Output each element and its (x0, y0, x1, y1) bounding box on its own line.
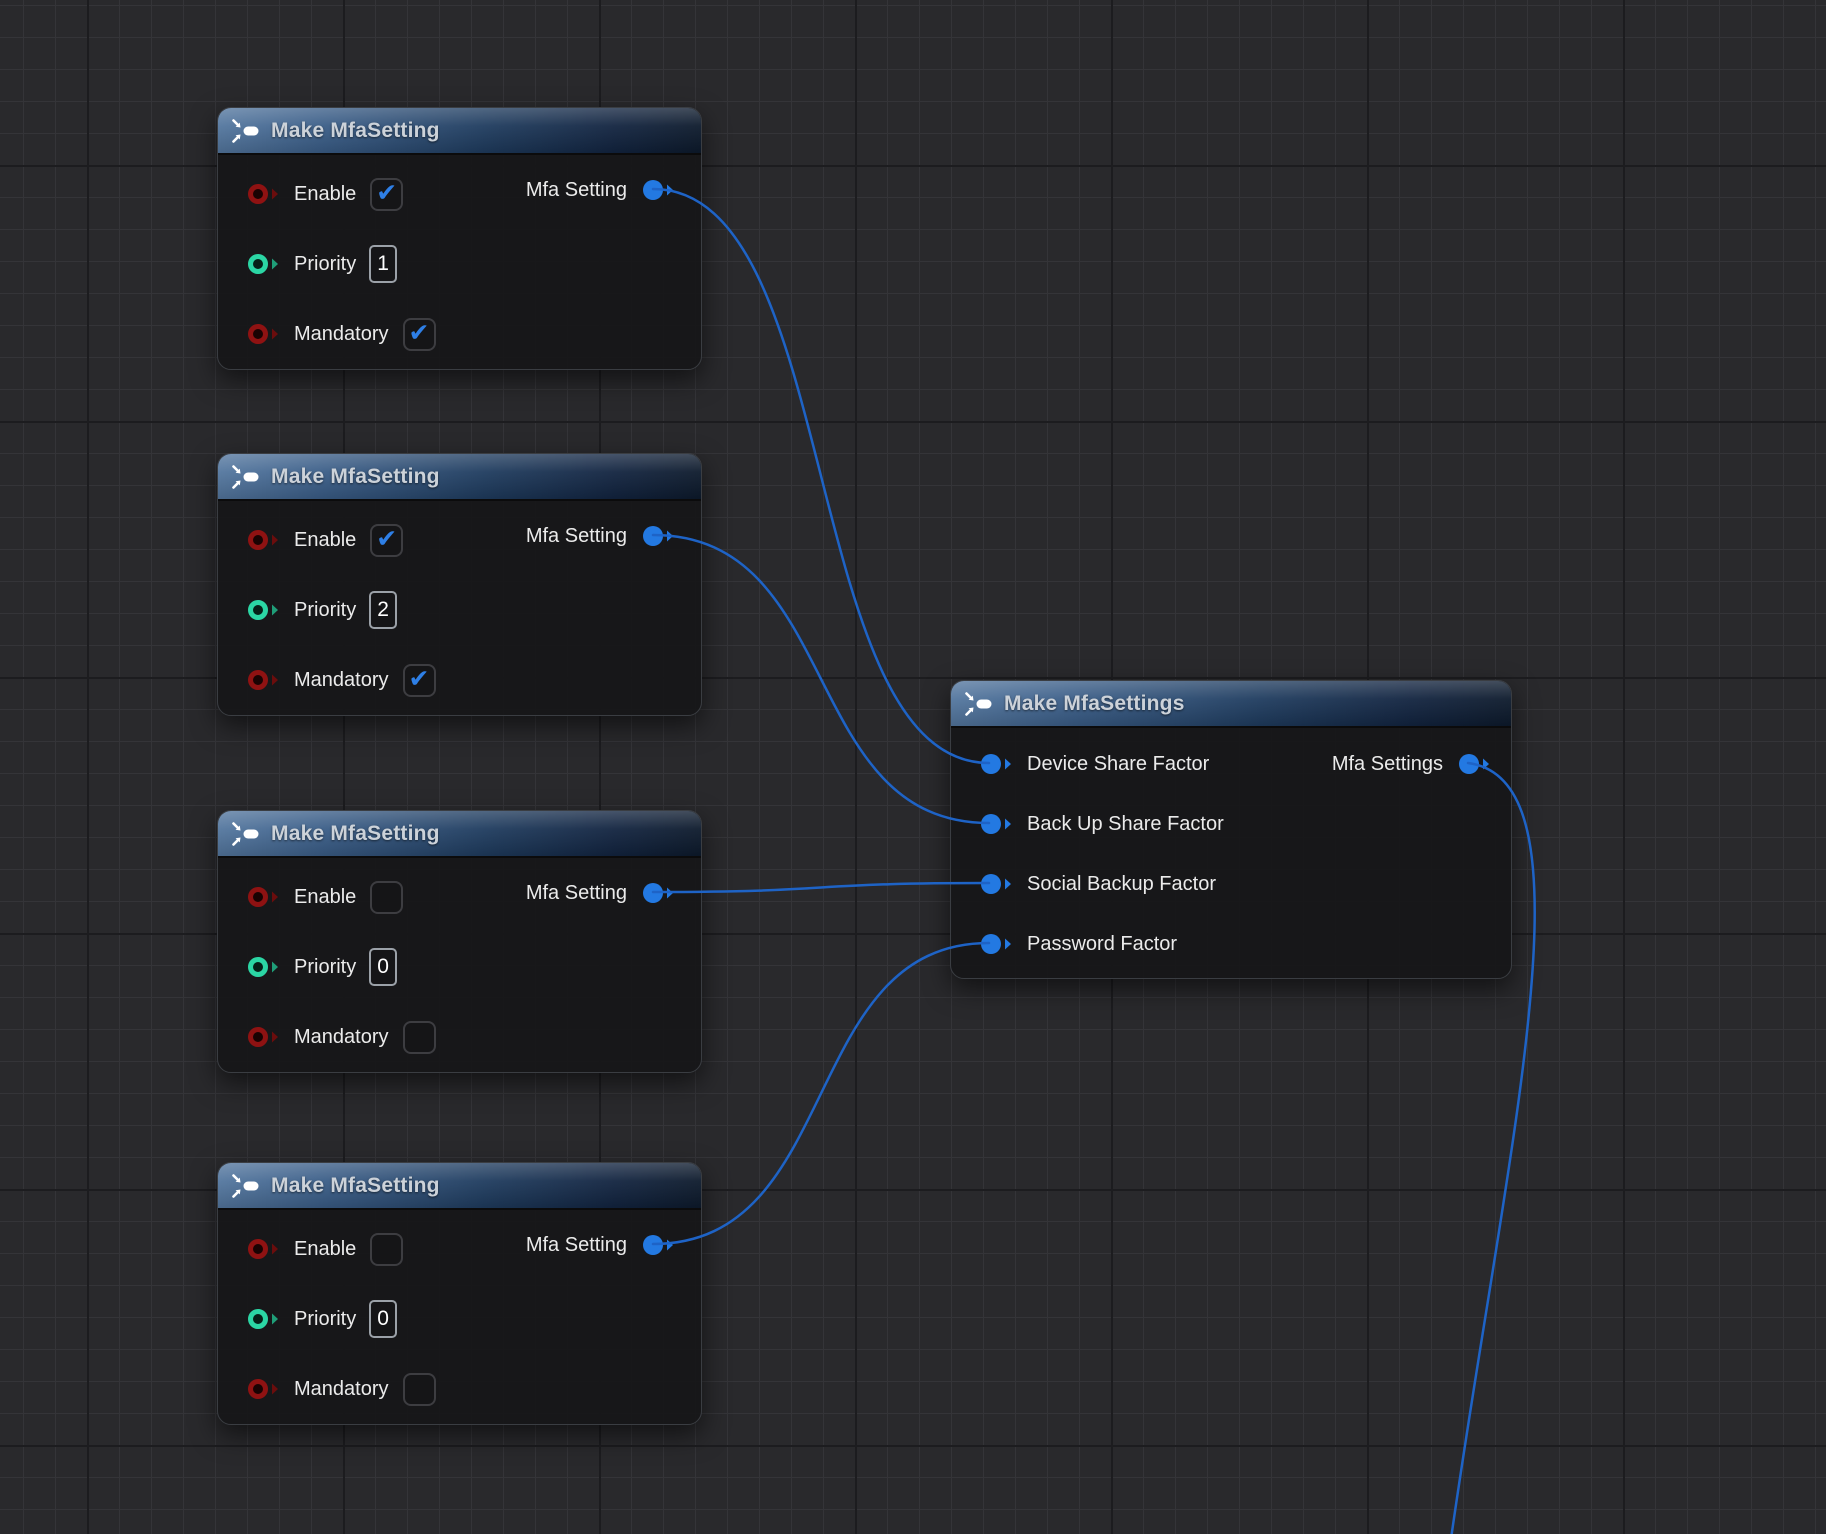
enable-pin[interactable] (247, 1238, 279, 1260)
wire-4[interactable] (653, 943, 989, 1244)
mandatory-checkbox[interactable] (403, 1373, 436, 1406)
make-struct-icon (232, 119, 260, 143)
input-pin-label: Social Backup Factor (1027, 873, 1216, 896)
make-struct-icon (232, 465, 260, 489)
mandatory-pin[interactable] (247, 323, 279, 345)
make-struct-icon (232, 1174, 260, 1198)
input-pin-label: Mandatory (294, 1378, 389, 1401)
input-pin-label: Enable (294, 529, 356, 552)
enable-pin[interactable] (247, 886, 279, 908)
input-pin-label: Device Share Factor (1027, 753, 1209, 776)
node-header[interactable]: Make MfaSetting (218, 1163, 701, 1210)
node-title: Make MfaSetting (271, 822, 440, 846)
input-pin-label: Priority (294, 956, 356, 979)
node-title: Make MfaSetting (271, 465, 440, 489)
checkmark: ✔ (409, 321, 430, 346)
mandatory-pin[interactable] (247, 1378, 279, 1400)
node-header[interactable]: Make MfaSetting (218, 811, 701, 858)
mandatory-pin[interactable] (247, 669, 279, 691)
priority-pin[interactable] (247, 956, 279, 978)
wire-2[interactable] (653, 535, 989, 823)
input-pin-label: Password Factor (1027, 933, 1177, 956)
priority-pin[interactable] (247, 599, 279, 621)
enable-pin[interactable] (247, 183, 279, 205)
input-pin-label: Enable (294, 183, 356, 206)
input-pin-label: Priority (294, 253, 356, 276)
checkmark: ✔ (376, 527, 397, 552)
input-pin-label: Enable (294, 1238, 356, 1261)
mandatory-pin[interactable] (247, 1026, 279, 1048)
blueprint-graph-canvas[interactable]: Make MfaSetting Mfa Setting Enable ✔ Pri… (0, 0, 1826, 1534)
node-title: Make MfaSettings (1004, 692, 1185, 716)
mandatory-checkbox[interactable] (403, 1021, 436, 1054)
node-make-mfasetting-2[interactable]: Make MfaSetting Mfa Setting Enable ✔ Pri… (217, 453, 702, 716)
node-header[interactable]: Make MfaSetting (218, 454, 701, 501)
input-pin-label: Mandatory (294, 1026, 389, 1049)
enable-checkbox[interactable] (370, 881, 403, 914)
input-pin-label: Back Up Share Factor (1027, 813, 1224, 836)
priority-value-field[interactable]: 2 (369, 591, 397, 629)
mandatory-checkbox[interactable]: ✔ (403, 664, 436, 697)
priority-value-field[interactable]: 0 (369, 1300, 397, 1338)
node-make-mfasetting-3[interactable]: Make MfaSetting Mfa Setting Enable Prior… (217, 810, 702, 1073)
checkmark: ✔ (409, 667, 430, 692)
priority-value-field[interactable]: 0 (369, 948, 397, 986)
node-header[interactable]: Make MfaSetting (218, 108, 701, 155)
priority-pin[interactable] (247, 253, 279, 275)
input-pin-label: Mandatory (294, 669, 389, 692)
enable-checkbox[interactable]: ✔ (370, 178, 403, 211)
input-pin-label: Mandatory (294, 323, 389, 346)
checkmark: ✔ (376, 181, 397, 206)
enable-pin[interactable] (247, 529, 279, 551)
enable-checkbox[interactable]: ✔ (370, 524, 403, 557)
node-title: Make MfaSetting (271, 1174, 440, 1198)
input-pin-label: Priority (294, 599, 356, 622)
make-struct-icon (965, 692, 993, 716)
node-make-mfasettings[interactable]: Make MfaSettings Mfa Settings Device Sha… (950, 680, 1512, 979)
node-make-mfasetting-1[interactable]: Make MfaSetting Mfa Setting Enable ✔ Pri… (217, 107, 702, 370)
wire-3[interactable] (653, 883, 989, 892)
input-pin-label: Enable (294, 886, 356, 909)
make-struct-icon (232, 822, 260, 846)
priority-pin[interactable] (247, 1308, 279, 1330)
priority-value-field[interactable]: 1 (369, 245, 397, 283)
node-make-mfasetting-4[interactable]: Make MfaSetting Mfa Setting Enable Prior… (217, 1162, 702, 1425)
node-title: Make MfaSetting (271, 119, 440, 143)
input-pin-label: Priority (294, 1308, 356, 1331)
enable-checkbox[interactable] (370, 1233, 403, 1266)
mandatory-checkbox[interactable]: ✔ (403, 318, 436, 351)
node-header[interactable]: Make MfaSettings (951, 681, 1511, 728)
